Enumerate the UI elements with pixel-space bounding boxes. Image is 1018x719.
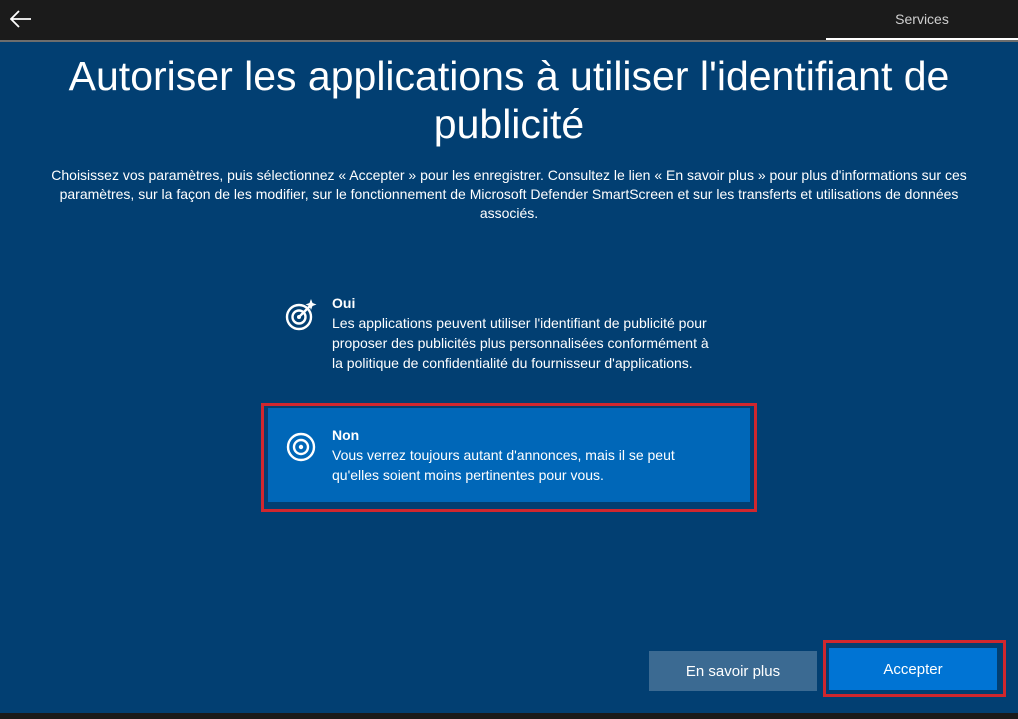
top-bar: Services [0, 0, 1018, 41]
option-oui[interactable]: Oui Les applications peuvent utiliser l'… [268, 288, 750, 396]
tab-services-label: Services [895, 11, 949, 27]
target-icon [286, 432, 316, 462]
accept-button[interactable]: Accepter [829, 648, 997, 690]
back-button[interactable] [6, 4, 36, 34]
page-description: Choisissez vos paramètres, puis sélectio… [51, 167, 967, 221]
option-oui-description: Les applications peuvent utiliser l'iden… [332, 315, 709, 371]
learn-more-button[interactable]: En savoir plus [649, 651, 817, 691]
option-non-description: Vous verrez toujours autant d'annonces, … [332, 447, 675, 483]
option-non[interactable]: Non Vous verrez toujours autant d'annonc… [268, 408, 750, 502]
option-non-title: Non [332, 427, 360, 443]
tab-services[interactable]: Services [826, 0, 1018, 41]
bottom-strip [0, 713, 1018, 719]
option-oui-title: Oui [332, 295, 356, 311]
main-content: Autoriser les applications à utiliser l'… [0, 42, 1018, 713]
page-title: Autoriser les applications à utiliser l'… [68, 53, 950, 147]
back-arrow-icon [10, 10, 31, 28]
target-sparkle-icon [285, 299, 317, 331]
